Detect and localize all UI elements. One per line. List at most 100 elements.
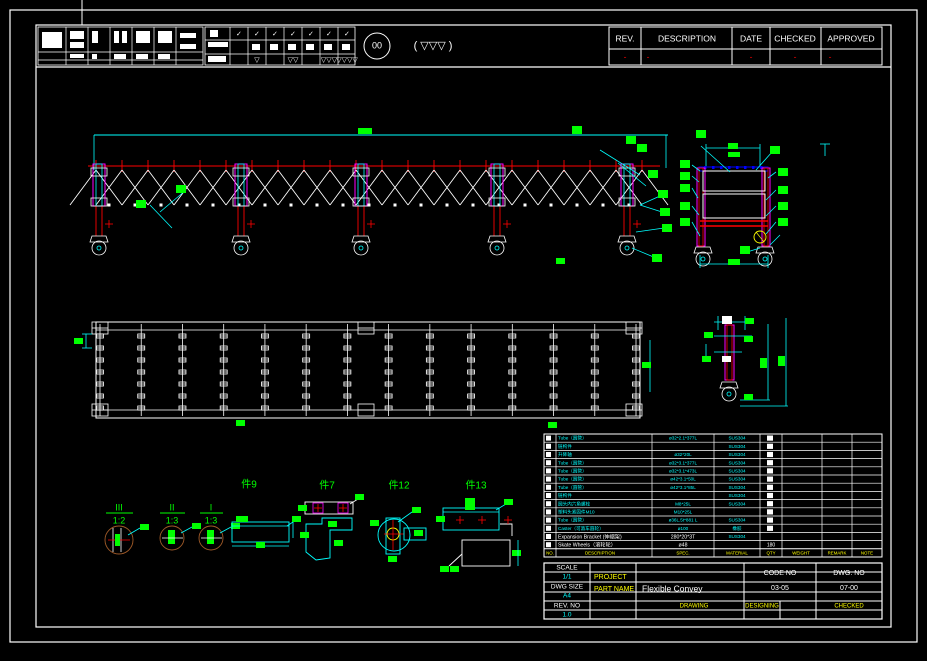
bom-cell: SUS304: [728, 518, 746, 523]
detail-views: III 1:2 II 1:3 I 1:3 件9 件7 件12 件13: [104, 479, 521, 572]
bom-cell: Tube（圆管）: [558, 435, 587, 442]
rev-row-approved: -: [829, 51, 832, 61]
detail-part-9-label: 件9: [241, 479, 257, 491]
bom-cell: ø32*3.1*377L: [669, 460, 698, 465]
bom-cell: Skate Wheels（滚轮轮）: [558, 540, 616, 548]
bom-cell: Tube（圆管）: [558, 459, 587, 466]
roughness-table: ✓ ✓ ✓ ✓ ✓ ✓ ✓ ▽ ▽▽ ▽▽▽ ▽▽▽▽: [204, 26, 358, 66]
rev-row-checked: -: [794, 51, 797, 61]
rev-header-date: DATE: [740, 33, 762, 43]
bom-cell: M10*25L: [674, 510, 693, 515]
dwg-size-label: DWG SIZE: [551, 584, 584, 591]
drawing-border: [9, 0, 918, 643]
bom-cell: 链构件: [558, 443, 572, 450]
bom-cell: 180: [767, 542, 776, 548]
code-no-value: 03-05: [771, 585, 789, 592]
bom-header-cell: DESCRIPTION: [585, 550, 615, 555]
title-block[interactable]: SCALE 1/1 DWG SIZE A4 REV. NO 1.0 PROJEC…: [543, 562, 883, 620]
roughness-mark-2: ▽▽: [288, 57, 299, 64]
bom-header-cell: MATERIAL: [726, 550, 748, 555]
bom-cell: Caster（可煞车圆轮）: [558, 525, 604, 532]
detail-part-12-label: 件12: [388, 480, 410, 492]
bom-cell: 圆头内六角螺栓: [558, 500, 591, 507]
projection-symbol: 00: [363, 32, 391, 60]
bom-header-cell: REMARK: [828, 550, 847, 555]
bom-cell: SUS304: [728, 493, 746, 498]
leg-detail-view: [702, 316, 788, 407]
drawing-label: DRAWING: [680, 604, 709, 610]
bom-cell: 升降轴: [558, 451, 572, 458]
detail-III-scale: 1:2: [113, 515, 126, 525]
svg-text:✓: ✓: [344, 31, 350, 38]
bom-cell: ø32*2.1*377L: [669, 436, 698, 441]
detail-part-13: 件13: [436, 480, 521, 572]
bom-header-cell: WEIGHT: [792, 550, 810, 555]
cad-vector-canvas: ✓ ✓ ✓ ✓ ✓ ✓ ✓ ▽ ▽▽ ▽▽▽ ▽▽▽▽ 00 ( ▽▽▽ ) R…: [9, 0, 918, 643]
roughness-mark-3: ▽▽▽: [321, 57, 338, 64]
detail-III: III 1:2: [104, 502, 149, 555]
bom-cell: SUS304: [728, 501, 746, 506]
bom-cell: 橡胶: [732, 525, 742, 532]
svg-text:✓: ✓: [236, 31, 242, 38]
bom-cell: ø100: [678, 526, 689, 531]
bom-cell: M8*25L: [675, 501, 691, 506]
detail-part-7: 件7: [298, 480, 364, 561]
dwg-no-value: 07-00: [840, 585, 858, 592]
bom-header-cell: NO.: [546, 550, 554, 555]
rev-row-date: -: [750, 51, 753, 61]
bom-header-cell: SPEC.: [676, 550, 689, 555]
rev-header-checked: CHECKED: [774, 33, 816, 43]
bom-cell: ø32*20L: [674, 452, 692, 457]
dwg-no-label: DWG. NO: [833, 570, 865, 577]
bom-cell: 链构件: [558, 492, 572, 499]
svg-text:✓: ✓: [290, 31, 296, 38]
rev-no-label: REV. NO: [554, 603, 580, 610]
plan-view: [74, 258, 651, 428]
project-label: PROJECT: [594, 574, 627, 581]
bom-cell: ø48: [679, 542, 688, 548]
bom-cell: Tube（圆管）: [558, 484, 587, 491]
bom-table[interactable]: Tube（圆管） ø32*2.1*377L SUS304 链构件 SUS304 升降轴 ø3…: [543, 433, 883, 558]
detail-III-label: III: [115, 502, 123, 512]
checked-label: CHECKED: [834, 604, 864, 610]
rev-row-description: -: [647, 51, 650, 61]
bom-cell: Tube（圆管）: [558, 517, 587, 524]
symbol-strip: [37, 26, 204, 66]
bom-cell: ø36L.5t*881 L: [669, 518, 698, 523]
bom-cell: 塑料头紧固件M10: [558, 509, 595, 516]
detail-part-12: 件12: [370, 480, 427, 562]
designing-label: DESIGNING: [745, 604, 779, 610]
part-name-value: Flexible Convey: [642, 583, 703, 593]
svg-text:✓: ✓: [254, 31, 260, 38]
svg-text:✓: ✓: [326, 31, 332, 38]
rev-header-rev: REV.: [615, 33, 634, 43]
end-section-view: [680, 130, 830, 268]
bom-cell: SUS304: [728, 452, 746, 457]
cad-drawing-canvas[interactable]: ✓ ✓ ✓ ✓ ✓ ✓ ✓ ▽ ▽▽ ▽▽▽ ▽▽▽▽ 00 ( ▽▽▽ ) R…: [0, 0, 927, 661]
svg-text:✓: ✓: [308, 31, 314, 38]
bom-cell: SUS304: [728, 477, 746, 482]
detail-part-13-label: 件13: [465, 480, 487, 492]
bom-cell: SUS304: [728, 485, 746, 490]
detail-part-7-label: 件7: [319, 480, 335, 492]
detail-part-9: 件9: [231, 479, 301, 548]
bom-cell: SUS304: [728, 444, 746, 449]
revision-block: REV. DESCRIPTION DATE CHECKED APPROVED -…: [608, 26, 883, 66]
rev-no-value: 1.0: [562, 612, 571, 619]
front-elevation-view: [69, 126, 672, 262]
code-no-label: CODE NO: [764, 570, 797, 577]
roughness-mark-1: ▽: [254, 57, 260, 64]
bom-header-cell: QTY: [766, 550, 775, 555]
roughness-mark-4: ▽▽▽▽: [336, 57, 358, 64]
bom-cell: ø42*3.1*85L: [670, 485, 696, 490]
bom-cell: Tube（圆管）: [558, 468, 587, 475]
bom-cell: SUS304: [728, 460, 746, 465]
bom-cell: SUS304: [728, 534, 746, 539]
detail-I-scale: 1:3: [205, 515, 218, 525]
detail-II-label: II: [169, 502, 174, 512]
detail-I-label: I: [210, 502, 213, 512]
projection-symbol-label: 00: [372, 40, 382, 50]
bom-cell: SUS304: [728, 436, 746, 441]
scale-value: 1/1: [562, 574, 571, 581]
bom-cell: SUS304: [728, 469, 746, 474]
